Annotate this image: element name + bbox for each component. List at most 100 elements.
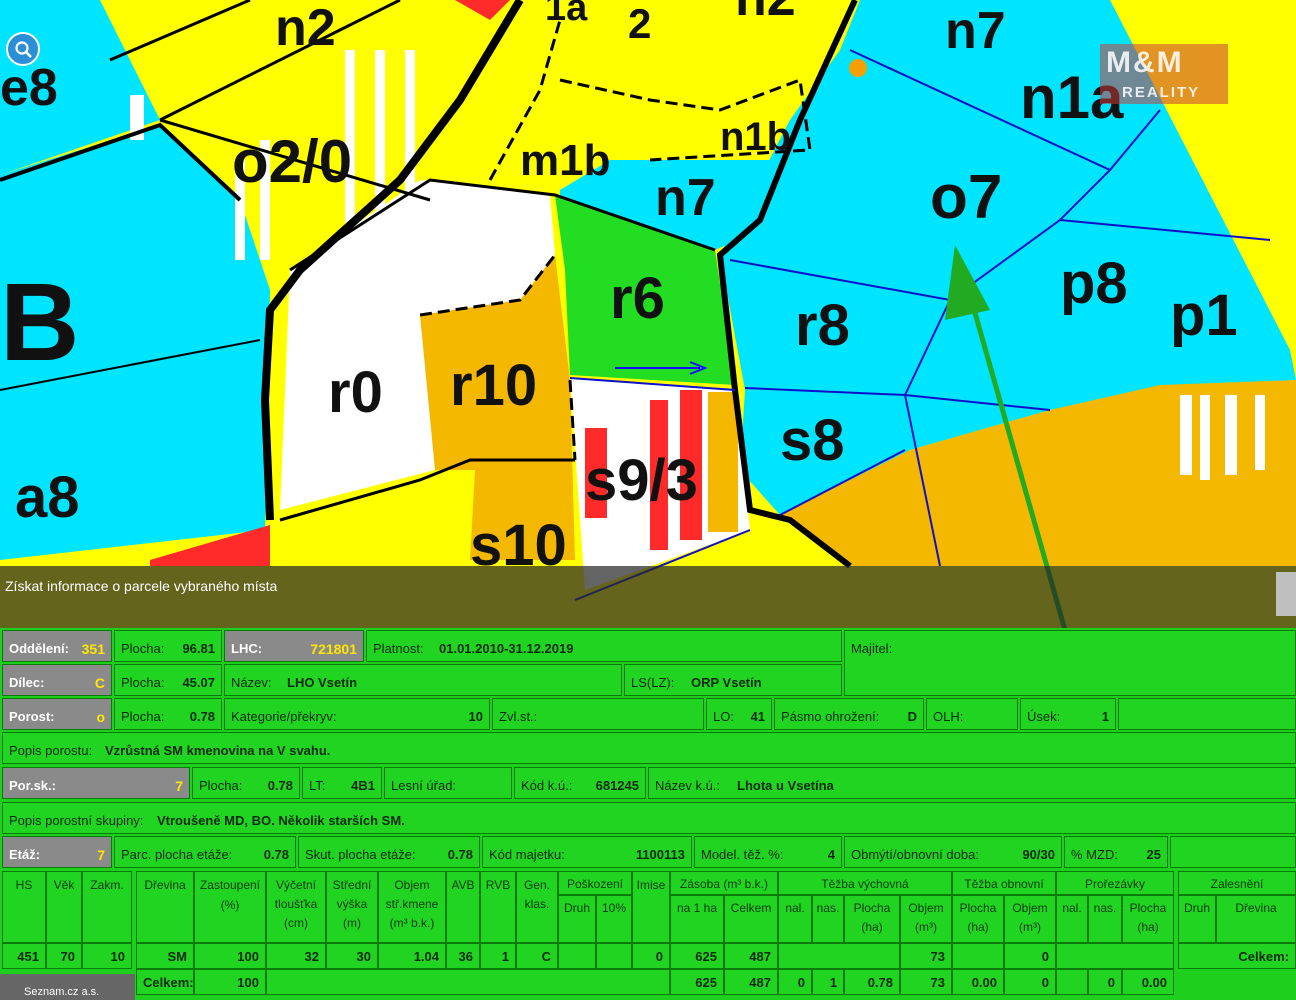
th-tv-objem: Objem (m³) <box>900 895 952 943</box>
cell-celkem: 487 <box>724 943 778 969</box>
th-z-drevina: Dřevina <box>1216 895 1296 943</box>
parcel-label: r10 <box>450 353 537 418</box>
parcel-label: B <box>0 261 79 384</box>
cell-rvb: 1 <box>480 943 516 969</box>
th-imise: Imise <box>632 871 670 943</box>
total-na1ha: 625 <box>670 969 724 995</box>
plocha5-cell: Plocha: 0.78 <box>192 767 300 799</box>
cell-imise: 0 <box>632 943 670 969</box>
ls-cell: LS(LZ): ORP Vsetín <box>624 664 842 696</box>
stripe-white-c <box>1225 395 1237 475</box>
th-celkem: Celkem <box>724 895 778 943</box>
th-hs: HS <box>2 871 46 943</box>
parcel-label: n2 <box>275 0 336 57</box>
parcel-label: n1b <box>720 115 791 159</box>
cell-hs: 451 <box>2 943 46 969</box>
total-empty-mid <box>266 969 670 995</box>
th-rvb: RVB <box>480 871 516 943</box>
total-tv-nas: 1 <box>812 969 844 995</box>
th-poskozeni: Poškození <box>558 871 632 895</box>
parcel-label: p8 <box>1060 251 1128 316</box>
olh-cell: OLH: <box>926 698 1018 730</box>
search-icon <box>15 41 32 58</box>
info-bar: Získat informace o parcele vybraného mís… <box>0 566 1296 628</box>
stripe-white-d <box>1255 395 1265 470</box>
th-10pct: 10% <box>596 895 632 943</box>
pin-icon[interactable] <box>849 59 867 77</box>
total-p-nas: 0 <box>1088 969 1122 995</box>
th-p-nas: nas. <box>1088 895 1122 943</box>
watermark-logo: M&M REALITY <box>1100 44 1228 104</box>
cell-gen: C <box>516 943 558 969</box>
th-vek: Věk <box>46 871 82 943</box>
empty-cell-r7 <box>1170 836 1296 868</box>
total-p-nal <box>1056 969 1088 995</box>
parcel-label: m1b <box>520 136 610 185</box>
total-to-objem: 0 <box>1004 969 1056 995</box>
cell-avb: 36 <box>446 943 480 969</box>
th-gen: Gen. klas. <box>516 871 558 943</box>
cell-zakm: 10 <box>82 943 132 969</box>
th-p-nal: nal. <box>1056 895 1088 943</box>
cell-vycetni: 32 <box>266 943 326 969</box>
stripe-orange-1 <box>708 392 738 532</box>
lo-cell: LO: 41 <box>706 698 772 730</box>
oddeleni-cell: Oddělení: 351 <box>2 630 112 662</box>
cell-z-celkem: Celkem: <box>1178 943 1296 969</box>
parcel-label: s8 <box>780 408 845 473</box>
parcel-label: 2 <box>628 0 651 47</box>
map-attribution[interactable]: Seznam.cz a.s. <box>0 974 135 1000</box>
zoom-button[interactable] <box>6 32 40 66</box>
cell-to-plocha <box>952 943 1004 969</box>
th-zasoba: Zásoba (m³ b.k.) <box>670 871 778 895</box>
plocha2-cell: Plocha: 45.07 <box>114 664 222 696</box>
parcel-label: r8 <box>795 293 850 358</box>
cell-zastoupeni: 100 <box>194 943 266 969</box>
nazev-cell: Název: LHO Vsetín <box>224 664 622 696</box>
cell-p-empty <box>1056 943 1174 969</box>
cell-na1ha: 625 <box>670 943 724 969</box>
plocha3-cell: Plocha: 0.78 <box>114 698 222 730</box>
th-vycetni: Výčetní tloušťka (cm) <box>266 871 326 943</box>
cell-drevina: SM <box>136 943 194 969</box>
info-bar-text: Získat informace o parcele vybraného mís… <box>5 578 278 594</box>
total-p-plocha: 0.00 <box>1122 969 1174 995</box>
th-tv-nas: nas. <box>812 895 844 943</box>
parcel-label: e8 <box>0 59 58 117</box>
total-tv-objem: 73 <box>900 969 952 995</box>
cell-tv-objem: 73 <box>900 943 952 969</box>
usek-cell: Úsek: 1 <box>1020 698 1116 730</box>
info-bar-toggle[interactable] <box>1276 572 1296 616</box>
th-avb: AVB <box>446 871 480 943</box>
parcel-label: n7 <box>655 169 716 227</box>
stripe-white-b <box>1200 395 1210 480</box>
watermark-top: M&M <box>1106 46 1184 79</box>
nazevku-cell: Název k.ú.: Lhota u Vsetína <box>648 767 1296 799</box>
cell-objem: 1.04 <box>378 943 446 969</box>
parcel-label: r6 <box>610 266 665 331</box>
popis-porostu-cell: Popis porostu: Vzrůstná SM kmenovina na V… <box>2 732 1296 764</box>
total-celkem: 487 <box>724 969 778 995</box>
majitel-cell: Majitel: <box>844 630 1296 696</box>
model-tez-cell: Model. těž. %: 4 <box>694 836 842 868</box>
th-zakm: Zakm. <box>82 871 132 943</box>
watermark-bottom: REALITY <box>1122 84 1201 101</box>
th-zastoupeni: Zastoupení (%) <box>194 871 266 943</box>
skut-plocha-cell: Skut. plocha etáže: 0.78 <box>298 836 480 868</box>
plocha1-cell: Plocha: 96.81 <box>114 630 222 662</box>
cell-stredni: 30 <box>326 943 378 969</box>
dilec-cell: Dílec: C <box>2 664 112 696</box>
kategorie-cell: Kategorie/překryv: 10 <box>224 698 490 730</box>
cell-to-objem: 0 <box>1004 943 1056 969</box>
zvlst-cell: Zvl.st.: <box>492 698 704 730</box>
obmyti-cell: Obmýtí/obnovní doba: 90/30 <box>844 836 1062 868</box>
empty-cell-r3 <box>1118 698 1296 730</box>
porsk-cell: Por.sk.: 7 <box>2 767 190 799</box>
th-p-plocha: Plocha (ha) <box>1122 895 1174 943</box>
total-label: Celkem: <box>136 969 194 995</box>
stripe-white-a <box>1180 395 1192 475</box>
kod-majetku-cell: Kód majetku: 1100113 <box>482 836 692 868</box>
th-druh: Druh <box>558 895 596 943</box>
lesni-urad-cell: Lesní úřad: <box>384 767 512 799</box>
parcel-label: s9/3 <box>585 448 698 513</box>
